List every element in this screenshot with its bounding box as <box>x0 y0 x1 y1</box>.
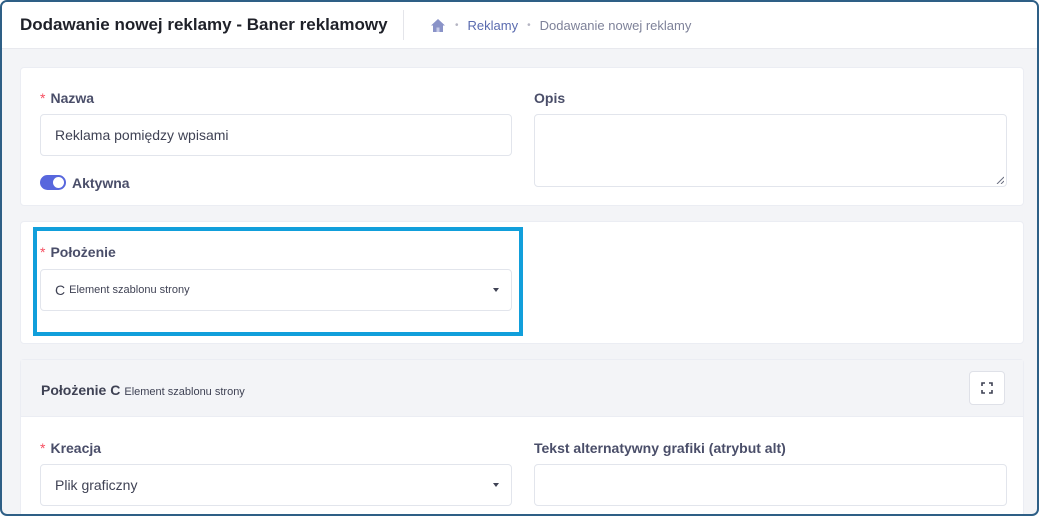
polozenie-select[interactable]: C Element szablonu strony <box>40 269 512 311</box>
section-title-sub: Element szablonu strony <box>124 386 245 398</box>
placement-card: * Położenie C Element szablonu strony <box>20 221 1024 344</box>
required-mark: * <box>40 440 46 456</box>
kreacja-label: * Kreacja <box>40 440 101 456</box>
fullscreen-button[interactable] <box>969 371 1005 405</box>
aktywna-label: Aktywna <box>72 175 130 191</box>
home-icon[interactable] <box>430 17 446 33</box>
expand-icon <box>981 382 993 394</box>
nazwa-input[interactable]: Reklama pomiędzy wpisami <box>40 114 512 156</box>
polozenie-selected-main: C <box>55 282 66 298</box>
section-title-main: Położenie C <box>41 382 121 398</box>
alt-text-label: Tekst alternatywny grafiki (atrybut alt) <box>534 440 786 456</box>
header-divider <box>403 10 404 40</box>
kreacja-select[interactable]: Plik graficzny <box>40 464 512 506</box>
nazwa-value: Reklama pomiędzy wpisami <box>55 127 229 143</box>
app-window: Dodawanie nowej reklamy - Baner reklamow… <box>0 0 1039 516</box>
required-mark: * <box>40 244 46 260</box>
nazwa-label: * Nazwa <box>40 90 94 106</box>
resize-grip-icon[interactable] <box>996 176 1004 184</box>
page-title: Dodawanie nowej reklamy - Baner reklamow… <box>20 15 388 34</box>
kreacja-selected: Plik graficzny <box>55 477 138 493</box>
breadcrumb-separator: • <box>527 19 531 31</box>
placement-section-card: Położenie C Element szablonu strony * Krea… <box>20 359 1024 514</box>
chevron-down-icon <box>493 288 499 292</box>
breadcrumb-item-reklamy[interactable]: Reklamy <box>468 18 519 33</box>
page-header: Dodawanie nowej reklamy - Baner reklamow… <box>2 2 1037 49</box>
aktywna-toggle[interactable] <box>40 175 66 190</box>
kreacja-label-text: Kreacja <box>50 440 102 456</box>
chevron-down-icon <box>493 483 499 487</box>
nazwa-label-text: Nazwa <box>50 90 95 106</box>
basic-info-card: * Nazwa Reklama pomiędzy wpisami Aktywna … <box>20 67 1024 206</box>
polozenie-label-text: Położenie <box>50 244 116 260</box>
polozenie-label: * Położenie <box>40 244 116 260</box>
breadcrumb: • Reklamy • Dodawanie nowej reklamy <box>430 16 691 34</box>
section-title: Położenie C Element szablonu strony <box>41 382 245 398</box>
opis-textarea[interactable] <box>534 114 1007 187</box>
breadcrumb-item-current: Dodawanie nowej reklamy <box>539 17 692 33</box>
breadcrumb-separator: • <box>455 19 459 31</box>
required-mark: * <box>40 90 46 106</box>
polozenie-selected-sub: Element szablonu strony <box>69 284 190 296</box>
section-header: Położenie C Element szablonu strony <box>21 360 1023 417</box>
alt-text-input[interactable] <box>534 464 1007 506</box>
opis-label: Opis <box>534 90 566 106</box>
